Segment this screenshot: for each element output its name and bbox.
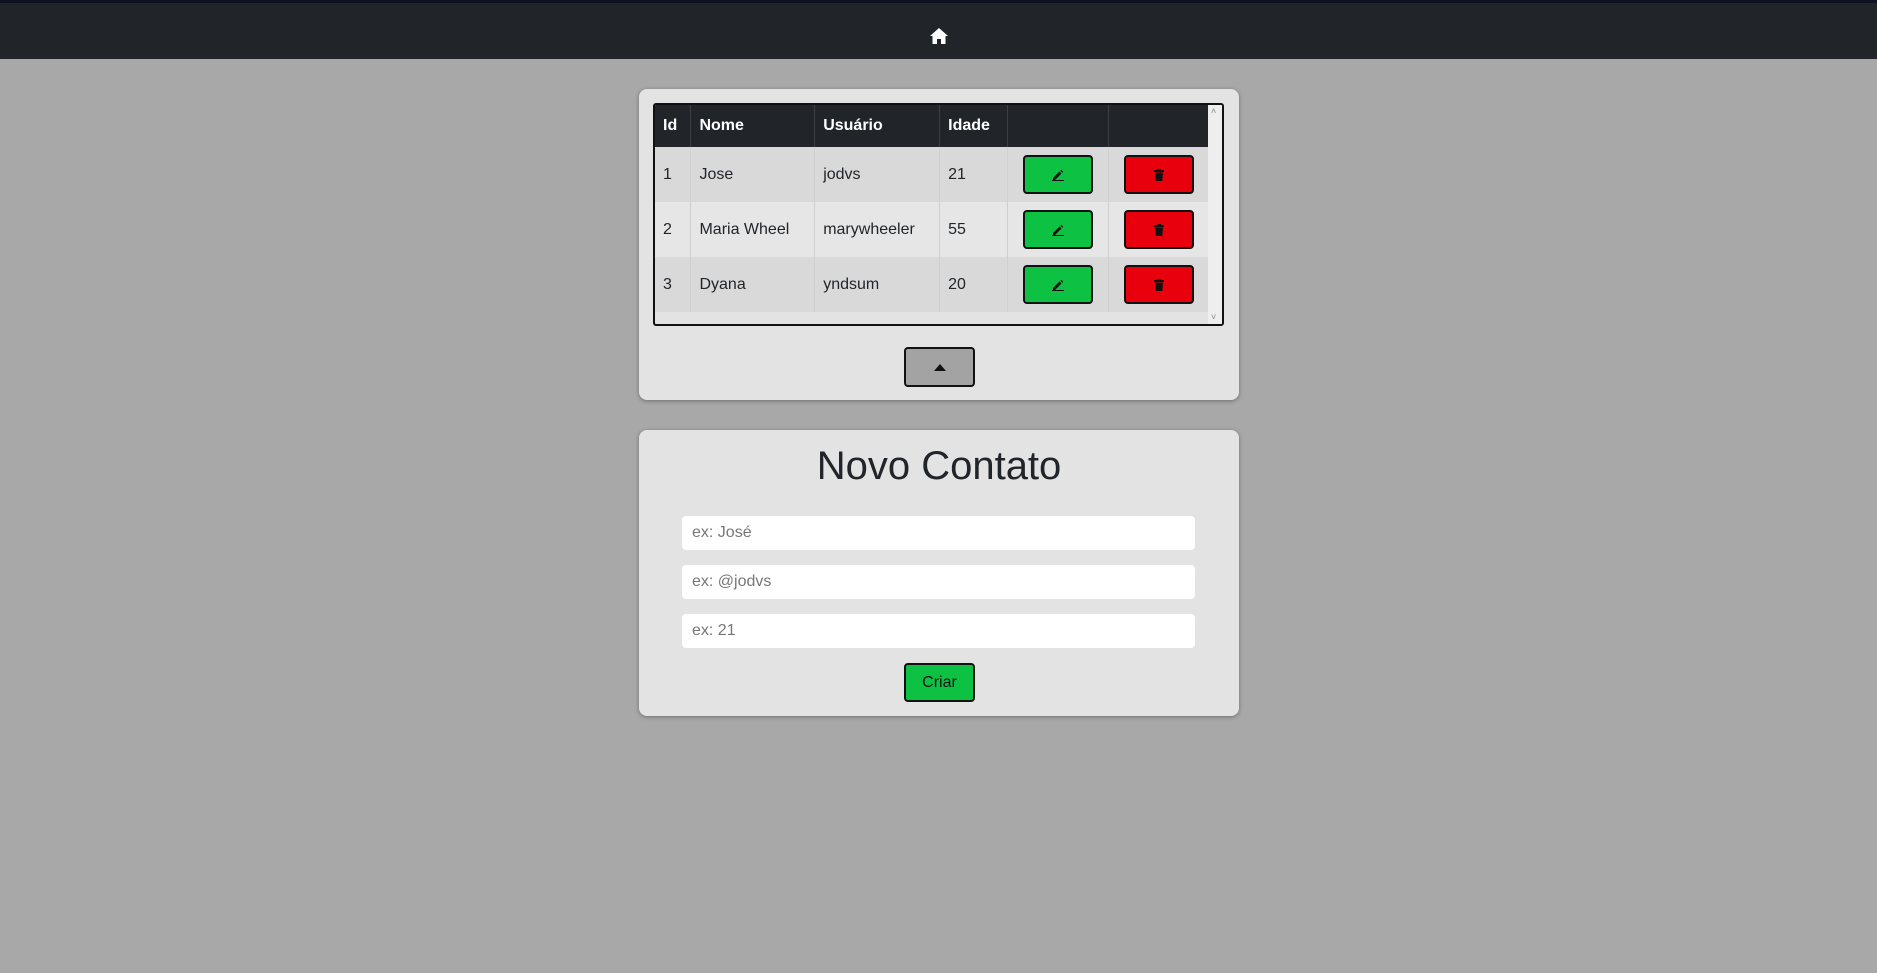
delete-button[interactable] [1124,155,1194,194]
caret-up-icon [933,363,946,371]
header-delete [1108,105,1210,147]
pencil-icon [1052,279,1065,291]
cell-idade: 20 [939,257,1009,312]
trash-icon [1154,168,1164,181]
header-edit [1007,105,1110,147]
usuario-input[interactable] [682,565,1195,599]
trash-icon [1154,223,1164,236]
contacts-table: Id Nome Usuário Idade 1 Jose jodvs 21 2 … [655,105,1210,312]
trash-icon [1154,278,1164,291]
pencil-icon [1052,169,1065,181]
form-title: Novo Contato [816,444,1062,488]
cell-usuario: yndsum [814,257,941,312]
cell-usuario: marywheeler [814,202,941,257]
table-row: 2 Maria Wheel marywheeler 55 [655,202,1210,257]
nome-input[interactable] [682,516,1195,550]
table-row: 1 Jose jodvs 21 [655,147,1210,202]
home-button[interactable] [926,24,952,48]
cell-nome: Jose [690,147,816,202]
pencil-icon [1052,224,1065,236]
edit-button[interactable] [1023,265,1094,304]
scroll-down-arrow-icon[interactable]: ˅ [1211,313,1216,322]
cell-nome: Maria Wheel [690,202,816,257]
table-scrollbar[interactable]: ˄ ˅ [1208,105,1222,324]
header-usuario: Usuário [814,105,941,147]
cell-id: 3 [655,257,692,312]
top-navbar [0,0,1877,59]
contacts-table-scroll-area[interactable]: Id Nome Usuário Idade 1 Jose jodvs 21 2 … [653,103,1224,326]
header-nome: Nome [690,105,816,147]
delete-button[interactable] [1124,210,1194,249]
scroll-up-arrow-icon[interactable]: ˄ [1211,107,1216,116]
cell-id: 1 [655,147,692,202]
cell-idade: 21 [939,147,1009,202]
collapse-table-button[interactable] [904,347,975,387]
idade-input[interactable] [682,614,1195,648]
delete-button[interactable] [1124,265,1194,304]
contacts-table-card: Id Nome Usuário Idade 1 Jose jodvs 21 2 … [639,89,1239,400]
edit-button[interactable] [1023,155,1094,194]
home-icon [930,28,948,44]
cell-usuario: jodvs [814,147,941,202]
create-button[interactable]: Criar [904,663,975,702]
cell-idade: 55 [939,202,1009,257]
header-id: Id [655,105,692,147]
table-header-row: Id Nome Usuário Idade [655,105,1210,147]
cell-nome: Dyana [690,257,816,312]
header-idade: Idade [939,105,1009,147]
table-row: 3 Dyana yndsum 20 [655,257,1210,312]
edit-button[interactable] [1023,210,1094,249]
new-contact-card: Novo Contato Criar [639,430,1239,716]
cell-id: 2 [655,202,692,257]
